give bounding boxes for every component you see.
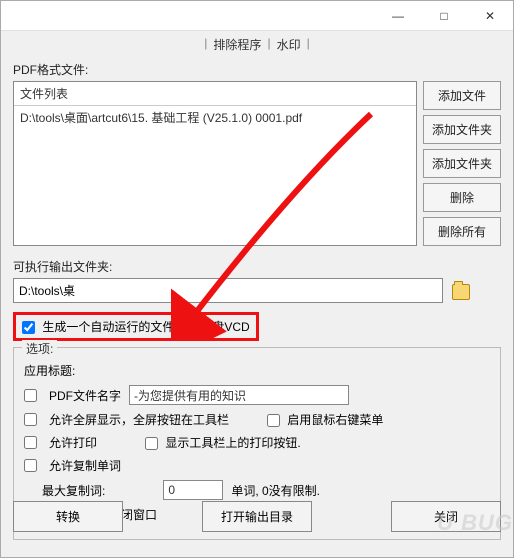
file-list-header: 文件列表	[14, 82, 416, 106]
out-folder-label: 可执行输出文件夹:	[13, 258, 501, 275]
autorun-checkbox[interactable]	[22, 321, 35, 334]
tab-bar: | 排除程序 | 水印 |	[13, 36, 501, 53]
maxcopy-unit: 单词, 0没有限制.	[231, 482, 320, 499]
pdf-name-input[interactable]	[129, 385, 349, 405]
open-output-button[interactable]: 打开输出目录	[202, 501, 312, 532]
maxcopy-input[interactable]	[163, 480, 223, 500]
delete-all-button[interactable]: 删除所有	[423, 217, 501, 246]
file-row[interactable]: D:\tools\桌面\artcut6\15. 基础工程 (V25.1.0) 0…	[20, 109, 410, 126]
delete-button[interactable]: 删除	[423, 183, 501, 212]
autorun-highlight: 生成一个自动运行的文件/ dvd光盘VCD	[13, 312, 259, 341]
maximize-button[interactable]: □	[421, 1, 467, 30]
copy-label: 允许复制单词	[49, 457, 121, 474]
add-file-button[interactable]: 添加文件	[423, 81, 501, 110]
fullscreen-checkbox[interactable]	[24, 413, 37, 426]
autorun-label: 生成一个自动运行的文件/ dvd光盘VCD	[42, 320, 249, 334]
titlebar: — □ ✕	[1, 1, 513, 31]
minimize-button[interactable]: —	[375, 1, 421, 30]
tab-exclude[interactable]: 排除程序	[213, 36, 261, 53]
out-folder-input[interactable]: D:\tools\桌	[13, 278, 443, 303]
print-checkbox[interactable]	[24, 436, 37, 449]
watermark: U BUG	[437, 510, 513, 536]
file-list[interactable]: 文件列表 D:\tools\桌面\artcut6\15. 基础工程 (V25.1…	[13, 81, 417, 246]
add-folder-button[interactable]: 添加文件夹	[423, 115, 501, 144]
printbtn-checkbox[interactable]	[145, 437, 158, 450]
bottom-bar: 转换 打开输出目录 关闭	[13, 501, 501, 532]
fullscreen-label: 允许全屏显示，全屏按钮在工具栏	[49, 411, 229, 428]
printbtn-label: 显示工具栏上的打印按钮.	[165, 436, 300, 450]
pdf-name-checkbox[interactable]	[24, 389, 37, 402]
app-title-label: 应用标题:	[24, 362, 75, 379]
add-folder-button-2[interactable]: 添加文件夹	[423, 149, 501, 178]
rightclick-checkbox[interactable]	[267, 414, 280, 427]
maxcopy-label: 最大复制词:	[42, 482, 105, 499]
pdf-name-label: PDF文件名字	[49, 387, 121, 404]
pdf-files-label: PDF格式文件:	[13, 61, 501, 78]
convert-button[interactable]: 转换	[13, 501, 123, 532]
close-button[interactable]: ✕	[467, 1, 513, 30]
tab-watermark[interactable]: 水印	[277, 36, 301, 53]
rightclick-label: 启用鼠标右键菜单	[287, 413, 383, 427]
options-title: 选项:	[22, 340, 57, 357]
copy-checkbox[interactable]	[24, 459, 37, 472]
print-label: 允许打印	[49, 434, 97, 451]
browse-folder-icon[interactable]	[452, 284, 470, 300]
